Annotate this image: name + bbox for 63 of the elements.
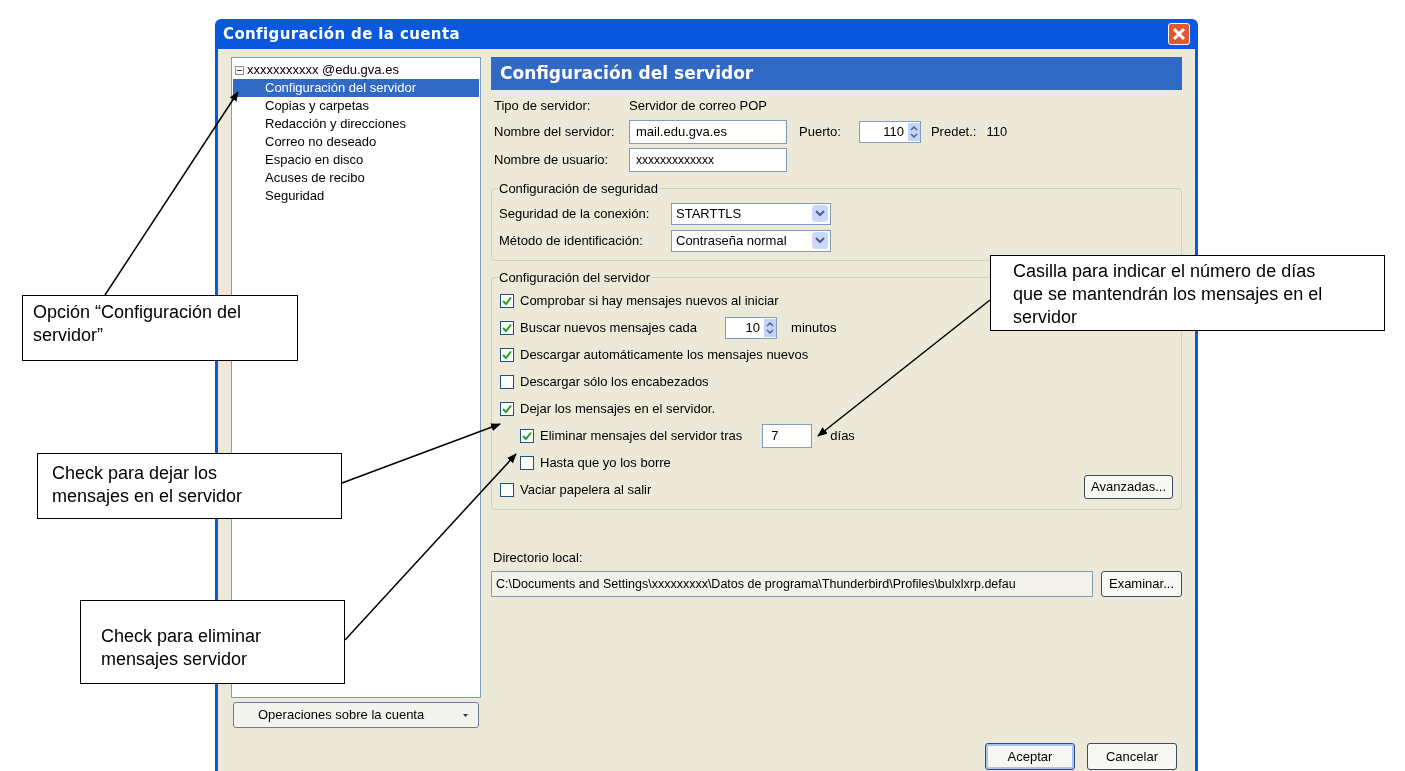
field-label: Nombre de usuario: — [494, 150, 610, 169]
username-field[interactable]: xxxxxxxxxxxxx — [629, 147, 787, 172]
option-label: Dejar los mensajes en el servidor. — [520, 399, 716, 418]
server-type-value: Servidor de correo POP — [629, 97, 768, 115]
checkbox[interactable] — [500, 401, 514, 416]
callout-box: Check para dejar los mensajes en el servidor — [37, 453, 342, 519]
dropdown[interactable]: STARTTLS — [671, 202, 831, 225]
option-label: Hasta que yo los borre — [540, 453, 671, 472]
tree-item[interactable]: Configuración del servidor — [233, 79, 479, 97]
server-name-field[interactable]: mail.edu.gva.es — [629, 119, 787, 144]
tree-item[interactable]: Redacción y direcciones — [233, 115, 479, 133]
chevron-down-icon — [812, 205, 828, 222]
window-title: Configuración de la cuenta — [223, 23, 460, 45]
checkbox[interactable] — [500, 320, 514, 335]
option-label: Descargar automáticamente los mensajes nuevos — [520, 345, 809, 364]
tree-item[interactable]: Seguridad — [233, 187, 479, 205]
default-port-value: 110 — [986, 122, 1008, 141]
checkbox[interactable] — [520, 428, 534, 443]
dropdown[interactable]: Contraseña normal — [671, 229, 831, 252]
callout-box: Check para eliminar mensajes servidor — [80, 600, 345, 684]
field-label: Tipo de servidor: — [494, 97, 592, 115]
checkbox[interactable] — [500, 482, 514, 497]
panel-heading: Configuración del servidor — [491, 57, 1182, 90]
callout-box: Casilla para indicar el número de días que se mantendrán los mensajes en el servidor — [990, 255, 1385, 331]
browse-button[interactable]: Examinar... — [1100, 571, 1182, 597]
field-label: Predet.: — [930, 122, 977, 141]
caret-down-icon — [463, 713, 468, 717]
spin-field[interactable]: 110 — [858, 120, 921, 143]
checkbox[interactable] — [500, 374, 514, 389]
option-label: Descargar sólo los encabezados — [520, 372, 709, 391]
checkbox[interactable] — [500, 293, 514, 308]
option-label: Vaciar papelera al salir — [520, 480, 652, 499]
tree-item[interactable]: Correo no deseado — [233, 133, 479, 151]
option-label: Comprobar si hay mensajes nuevos al iniciar — [520, 291, 779, 310]
field-label: Directorio local: — [492, 548, 584, 567]
option-label: Eliminar mensajes del servidor tras — [540, 426, 743, 445]
field-label: Nombre del servidor: — [494, 122, 616, 141]
tree-item[interactable]: Acuses de recibo — [233, 169, 479, 187]
dialog-button[interactable]: Cancelar — [1087, 743, 1177, 770]
collapse-icon[interactable] — [235, 65, 244, 75]
account-actions-button[interactable]: Operaciones sobre la cuenta — [233, 702, 479, 728]
tree-item[interactable]: Espacio en disco — [233, 151, 479, 169]
days-field[interactable]: 7 — [762, 423, 813, 448]
account-item[interactable]: xxxxxxxxxxx @edu.gva.es — [247, 60, 399, 80]
chevron-down-icon — [812, 232, 828, 249]
checkbox[interactable] — [500, 347, 514, 362]
spin-field[interactable]: 10 — [725, 316, 778, 339]
field-label: Puerto: — [799, 122, 841, 141]
callout-box: Opción “Configuración del servidor” — [22, 295, 298, 361]
close-button[interactable] — [1168, 23, 1190, 45]
checkbox[interactable] — [520, 455, 534, 470]
option-label: Buscar nuevos mensajes cada — [520, 318, 698, 337]
tree-item[interactable]: Copias y carpetas — [233, 97, 479, 115]
spin-arrows-icon[interactable] — [764, 318, 777, 337]
dialog-button[interactable]: Aceptar — [985, 743, 1075, 770]
close-icon — [1172, 27, 1186, 41]
spin-arrows-icon[interactable] — [907, 122, 920, 141]
unit-label: minutos — [791, 318, 837, 337]
directory-field[interactable]: C:\Documents and Settings\xxxxxxxxx\Datos de programa\Thunderbird\Profiles\bulxlxrp.defau — [491, 571, 1093, 597]
unit-label: días — [830, 426, 855, 445]
field-label: Seguridad de la conexión: — [499, 204, 651, 223]
advanced-button[interactable]: Avanzadas... — [1084, 474, 1173, 499]
field-label: Método de identificación: — [499, 231, 644, 250]
